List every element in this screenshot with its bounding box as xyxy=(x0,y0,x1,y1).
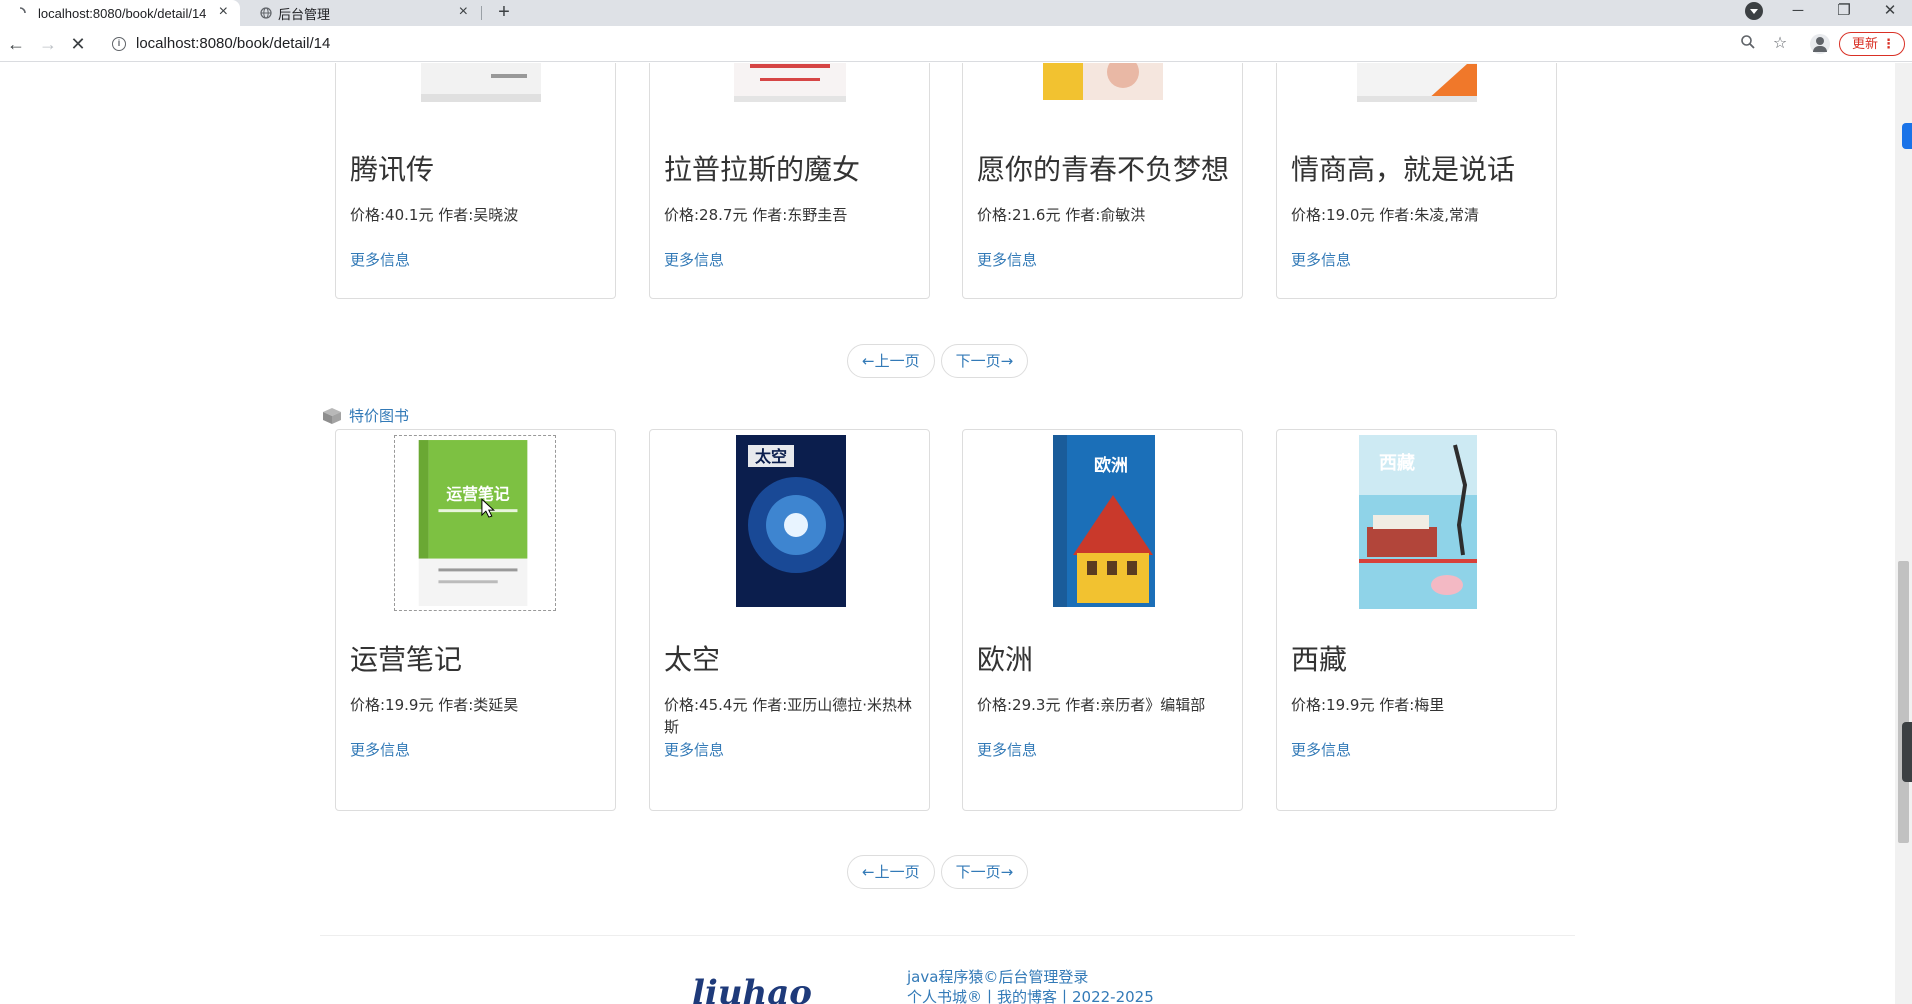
close-tab-icon[interactable]: × xyxy=(459,3,468,21)
section-heading: 特价图书 xyxy=(321,405,409,426)
globe-icon xyxy=(260,7,272,19)
next-page-button[interactable]: 下一页→ xyxy=(940,855,1029,889)
book-card: 西藏 西藏 价格:19.9元 作者:梅里 更多信息 xyxy=(1276,429,1557,811)
more-info-link[interactable]: 更多信息 xyxy=(1291,739,1351,760)
pagination: ←上一页 下一页→ xyxy=(847,855,1029,889)
prev-page-button[interactable]: ←上一页 xyxy=(847,855,935,889)
book-card: 欧洲 欧洲 价格:29.3元 作者:亲历者》编辑部 更多信息 xyxy=(962,429,1243,811)
book-meta: 价格:28.7元 作者:东野圭吾 xyxy=(664,206,848,224)
book-cover-image[interactable]: 运营笔记 xyxy=(394,435,556,611)
vertical-scrollbar[interactable] xyxy=(1895,63,1912,1004)
forward-arrow-icon[interactable]: → xyxy=(36,32,60,56)
restore-button[interactable]: ❐ xyxy=(1822,0,1866,26)
tab-title: localhost:8080/book/detail/14 xyxy=(38,5,207,21)
page-viewport: 腾讯传 价格:40.1元 作者:吴晓波 更多信息 拉普拉斯的魔女 价格:28.7… xyxy=(0,63,1895,1004)
cover-title: 运营笔记 xyxy=(446,484,509,503)
site-logo: liuhao xyxy=(692,973,812,1004)
book-title: 腾讯传 xyxy=(350,153,435,186)
loading-spinner-icon xyxy=(19,7,26,14)
update-button[interactable]: 更新 ⋮ xyxy=(1839,32,1905,56)
tab-strip: localhost:8080/book/detail/14 × 后台管理 × +… xyxy=(0,0,1912,26)
bookmark-star-icon[interactable]: ☆ xyxy=(1770,34,1790,54)
tab-book-detail[interactable]: localhost:8080/book/detail/14 × xyxy=(0,0,240,26)
book-meta: 价格:19.9元 作者:梅里 xyxy=(1291,696,1445,714)
more-info-link[interactable]: 更多信息 xyxy=(350,739,410,760)
book-card: 太空 太空 价格:45.4元 作者:亚历山德拉·米热林斯 更多信息 xyxy=(649,429,930,811)
book-meta: 价格:45.4元 作者:亚历山德拉·米热林斯 xyxy=(664,696,913,736)
book-meta: 价格:19.9元 作者:类延昊 xyxy=(350,696,519,714)
book-card: 运营笔记 运营笔记 价格:19.9元 作者:类延昊 更多信息 xyxy=(335,429,616,811)
close-window-button[interactable]: ✕ xyxy=(1868,0,1912,26)
book-meta: 价格:29.3元 作者:亲历者》编辑部 xyxy=(977,696,1206,714)
book-title: 拉普拉斯的魔女 xyxy=(664,153,861,186)
profile-avatar-icon[interactable] xyxy=(1810,34,1830,54)
book-meta: 价格:40.1元 作者:吴晓波 xyxy=(350,206,519,224)
close-tab-icon[interactable]: × xyxy=(219,3,228,21)
book-title: 西藏 xyxy=(1291,643,1348,676)
more-info-link[interactable]: 更多信息 xyxy=(350,249,410,270)
book-card: 拉普拉斯的魔女 价格:28.7元 作者:东野圭吾 更多信息 xyxy=(649,63,930,299)
tab-search-icon[interactable] xyxy=(1745,2,1763,20)
box-icon xyxy=(323,407,341,424)
prev-page-button[interactable]: ←上一页 xyxy=(847,344,935,378)
cover-title: 西藏 xyxy=(1379,453,1415,474)
book-title: 太空 xyxy=(664,643,721,676)
side-panel-tab[interactable] xyxy=(1902,123,1912,149)
more-info-link[interactable]: 更多信息 xyxy=(977,249,1037,270)
browser-toolbar: ← → ✕ i localhost:8080/book/detail/14 ☆ … xyxy=(0,26,1912,62)
book-title: 欧洲 xyxy=(977,643,1034,676)
more-info-link[interactable]: 更多信息 xyxy=(664,739,724,760)
url-text[interactable]: localhost:8080/book/detail/14 xyxy=(136,35,330,52)
book-cover-image[interactable] xyxy=(421,63,541,104)
book-cover-image[interactable]: 西藏 xyxy=(1359,435,1477,609)
zoom-icon[interactable] xyxy=(1738,34,1758,54)
book-cover-image[interactable]: 太空 xyxy=(736,435,846,607)
book-card: 情商高，就是说话 价格:19.0元 作者:朱凌,常清 更多信息 xyxy=(1276,63,1557,299)
footer-admin-login-link[interactable]: java程序猿©后台管理登录 xyxy=(907,967,1154,987)
book-card: 愿你的青春不负梦想 价格:21.6元 作者:俞敏洪 更多信息 xyxy=(962,63,1243,299)
back-arrow-icon[interactable]: ← xyxy=(4,32,28,56)
menu-kebab-icon: ⋮ xyxy=(1882,36,1895,51)
footer-divider xyxy=(320,935,1575,936)
site-info-icon[interactable]: i xyxy=(112,37,126,51)
side-panel-handle[interactable] xyxy=(1902,722,1912,782)
book-cover-image[interactable] xyxy=(1357,63,1477,104)
book-cover-image[interactable]: 欧洲 xyxy=(1053,435,1155,607)
new-tab-button[interactable]: + xyxy=(492,0,516,26)
book-title: 愿你的青春不负梦想 xyxy=(977,153,1230,186)
book-title: 情商高，就是说话 xyxy=(1291,153,1516,186)
minimize-button[interactable]: ─ xyxy=(1776,0,1820,26)
cover-title: 欧洲 xyxy=(1094,455,1128,476)
more-info-link[interactable]: 更多信息 xyxy=(1291,249,1351,270)
update-label: 更新 xyxy=(1852,36,1879,51)
tab-title: 后台管理 xyxy=(278,6,331,22)
book-meta: 价格:21.6元 作者:俞敏洪 xyxy=(977,206,1146,224)
book-cover-image[interactable] xyxy=(730,63,850,104)
book-cover-image[interactable] xyxy=(1043,63,1163,104)
footer-links: java程序猿©后台管理登录 个人书城®丨我的博客丨2022-2025 xyxy=(907,967,1154,1004)
footer-blog-link[interactable]: 个人书城®丨我的博客丨2022-2025 xyxy=(907,987,1154,1004)
book-card: 腾讯传 价格:40.1元 作者:吴晓波 更多信息 xyxy=(335,63,616,299)
book-title: 运营笔记 xyxy=(350,643,463,676)
scrollbar-thumb[interactable] xyxy=(1898,561,1909,843)
cover-title: 太空 xyxy=(754,447,787,466)
tab-admin[interactable]: 后台管理 × xyxy=(244,0,480,26)
more-info-link[interactable]: 更多信息 xyxy=(977,739,1037,760)
address-bar[interactable]: i localhost:8080/book/detail/14 xyxy=(100,29,1900,59)
pagination: ←上一页 下一页→ xyxy=(847,344,1029,378)
next-page-button[interactable]: 下一页→ xyxy=(940,344,1029,378)
tab-divider xyxy=(481,6,482,20)
more-info-link[interactable]: 更多信息 xyxy=(664,249,724,270)
book-meta: 价格:19.0元 作者:朱凌,常清 xyxy=(1291,206,1480,224)
stop-loading-icon[interactable]: ✕ xyxy=(66,32,90,56)
section-title: 特价图书 xyxy=(349,407,410,425)
